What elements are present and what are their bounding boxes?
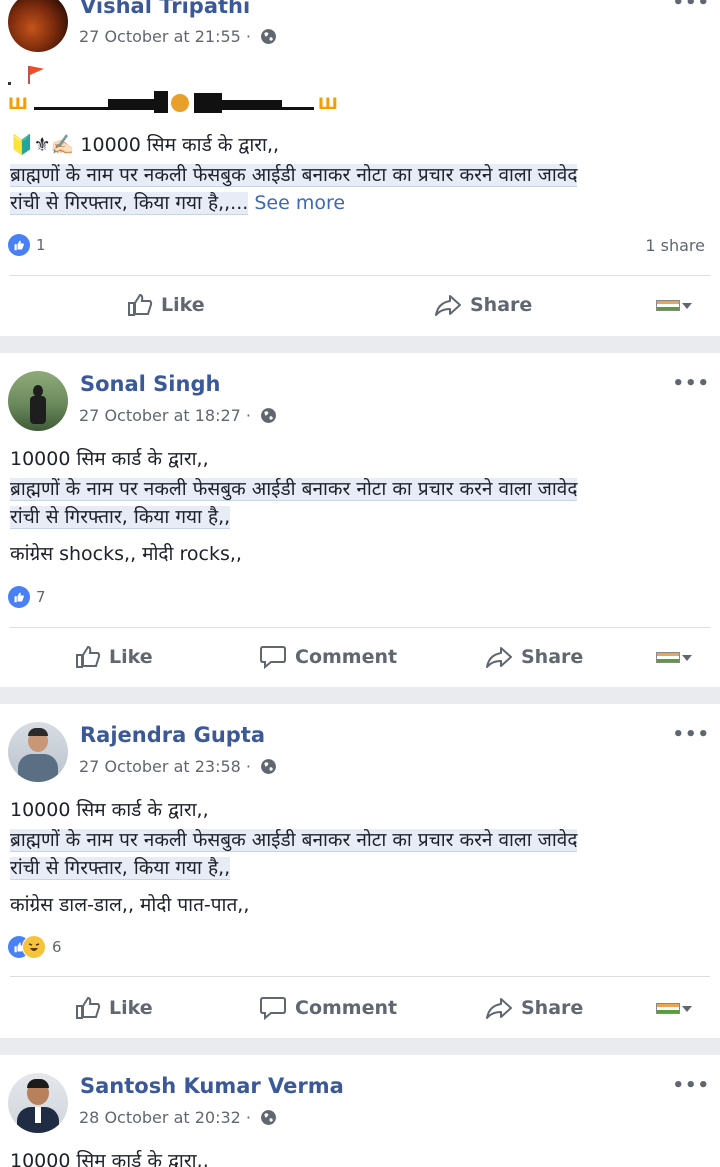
audience-menu-icon[interactable] xyxy=(656,652,692,663)
thumbs-up-icon xyxy=(76,645,101,668)
post-text-line: ब्राह्मणों के नाम पर नकली फेसबुक आईडी बन… xyxy=(10,478,578,501)
post-rajendra-gupta: Rajendra Gupta 27 October at 23:58 · •••… xyxy=(0,704,720,1038)
comment-bubble-icon xyxy=(260,997,286,1020)
more-options-icon[interactable]: ••• xyxy=(672,724,710,745)
post-text-line: 10000 सिम कार्ड के द्वारा,, xyxy=(10,799,209,821)
reactions-summary[interactable]: 1 xyxy=(8,234,46,256)
like-reaction-icon xyxy=(8,234,30,256)
share-button[interactable]: Share xyxy=(485,645,583,669)
author-avatar[interactable] xyxy=(8,371,68,431)
author-avatar[interactable] xyxy=(8,0,68,52)
divider xyxy=(10,275,710,276)
more-options-icon[interactable]: ••• xyxy=(672,373,710,394)
like-reaction-icon xyxy=(8,586,30,608)
like-button[interactable]: Like xyxy=(75,645,153,669)
globe-icon xyxy=(261,408,277,423)
post-timestamp[interactable]: 28 October at 20:32 · xyxy=(79,1108,277,1127)
post-timestamp[interactable]: 27 October at 23:58 · xyxy=(79,757,277,776)
divider xyxy=(10,976,710,977)
post-text-line: कांग्रेस shocks,, मोदी rocks,, xyxy=(10,543,242,565)
comment-button[interactable]: Comment xyxy=(259,996,397,1020)
like-button[interactable]: Like xyxy=(75,996,153,1020)
post-sonal-singh: Sonal Singh 27 October at 18:27 · ••• 10… xyxy=(0,353,720,687)
post-timestamp[interactable]: 27 October at 18:27 · xyxy=(79,406,277,425)
post-text-line: कांग्रेस डाल-डाल,, मोदी पात-पात,, xyxy=(10,894,250,916)
audience-menu-icon[interactable] xyxy=(656,300,692,311)
globe-icon xyxy=(261,29,277,44)
emoji-prefix: 🔰⚜✍🏻 xyxy=(10,134,75,156)
post-text-line: 10000 सिम कार्ड के द्वारा,, xyxy=(10,448,209,470)
flag-icon xyxy=(8,64,48,86)
comment-button[interactable]: Comment xyxy=(259,645,397,669)
author-name[interactable]: Rajendra Gupta xyxy=(80,723,265,747)
reaction-count: 7 xyxy=(36,588,46,606)
post-santosh-kumar-verma: Santosh Kumar Verma 28 October at 20:32 … xyxy=(0,1055,720,1167)
more-options-icon[interactable]: ••• xyxy=(672,0,710,13)
like-button[interactable]: Like xyxy=(127,293,205,317)
author-name[interactable]: Vishal Tripathi xyxy=(80,0,250,18)
author-name[interactable]: Sonal Singh xyxy=(80,372,220,396)
post-timestamp[interactable]: 27 October at 21:55 · xyxy=(79,27,277,46)
post-text-line: ब्राह्मणों के नाम पर नकली फेसबुक आईडी बन… xyxy=(10,164,578,187)
comment-bubble-icon xyxy=(260,646,286,669)
author-avatar[interactable] xyxy=(8,722,68,782)
divider xyxy=(10,627,710,628)
thumbs-up-icon xyxy=(76,996,101,1019)
more-options-icon[interactable]: ••• xyxy=(672,1075,710,1096)
reaction-count: 1 xyxy=(36,236,46,254)
share-count[interactable]: 1 share xyxy=(645,236,705,255)
post-text-line: रांची से गिरफ्तार, किया गया है,, xyxy=(10,506,231,529)
reactions-summary[interactable]: 7 xyxy=(8,586,46,608)
lion-icon xyxy=(171,94,189,112)
haha-reaction-icon xyxy=(22,935,46,959)
reaction-count: 6 xyxy=(52,938,62,956)
decorative-banner: Ш Ш xyxy=(8,90,338,120)
post-vishal-tripathi: Vishal Tripathi 27 October at 21:55 · ••… xyxy=(0,0,720,336)
post-text-line: रांची से गिरफ्तार, किया गया है,,... xyxy=(10,192,249,215)
trident-icon: Ш xyxy=(318,94,338,113)
author-name[interactable]: Santosh Kumar Verma xyxy=(80,1074,344,1098)
trident-icon: Ш xyxy=(8,94,28,113)
globe-icon xyxy=(261,759,277,774)
post-text-line: ब्राह्मणों के नाम पर नकली फेसबुक आईडी बन… xyxy=(10,829,578,852)
post-text-line: 10000 सिम कार्ड के द्वारा,, xyxy=(80,134,280,156)
share-arrow-icon xyxy=(486,998,512,1019)
audience-menu-icon[interactable] xyxy=(656,1003,692,1014)
post-text-line: रांची से गिरफ्तार, किया गया है,, xyxy=(10,857,231,880)
share-button[interactable]: Share xyxy=(485,996,583,1020)
share-arrow-icon xyxy=(486,647,512,668)
author-avatar[interactable] xyxy=(8,1073,68,1133)
reactions-summary[interactable]: 6 xyxy=(8,935,62,959)
see-more-link[interactable]: See more xyxy=(254,192,345,214)
share-button[interactable]: Share xyxy=(434,293,532,317)
thumbs-up-icon xyxy=(128,293,153,316)
post-text-line: 10000 सिम कार्ड के द्वारा,, xyxy=(10,1150,209,1167)
share-arrow-icon xyxy=(435,295,461,316)
globe-icon xyxy=(261,1110,277,1125)
